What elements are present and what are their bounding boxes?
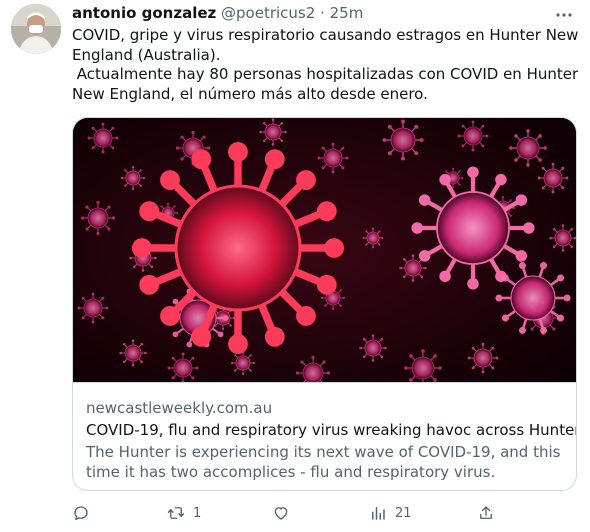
views-count: 21: [395, 505, 412, 521]
avatar-image: [11, 4, 61, 54]
virus-image: [73, 118, 576, 382]
like-icon: [274, 507, 288, 520]
retweet-count: 1: [193, 505, 202, 521]
reply-button[interactable]: [72, 503, 98, 523]
tweet-text-paragraph-2: Actualmente hay 80 personas hospitalizad…: [72, 65, 583, 103]
card-divider: [73, 382, 576, 383]
card-description[interactable]: The Hunter is experiencing its next wave…: [86, 442, 571, 482]
more-icon[interactable]: [554, 5, 574, 25]
card-domain[interactable]: newcastleweekly.com.au: [86, 398, 272, 418]
retweet-button[interactable]: 1: [167, 503, 201, 523]
card-image[interactable]: [73, 118, 576, 382]
timestamp[interactable]: 25m: [330, 4, 364, 22]
tweet-header: antonio gonzalez @poetricus2 · 25m: [72, 3, 363, 23]
tweet-text-paragraph-1: COVID, gripe y virus respiratorio causan…: [72, 26, 579, 64]
author-name[interactable]: antonio gonzalez: [72, 4, 216, 22]
retweet-icon: [167, 507, 185, 519]
like-button[interactable]: [272, 503, 298, 523]
share-button[interactable]: [477, 503, 495, 523]
avatar[interactable]: [11, 4, 61, 54]
share-icon: [480, 506, 492, 519]
tweet-text: COVID, gripe y virus respiratorio causan…: [72, 26, 582, 104]
reply-icon: [74, 506, 88, 521]
link-card[interactable]: newcastleweekly.com.au COVID-19, flu and…: [72, 117, 577, 491]
tweet: antonio gonzalez @poetricus2 · 25m COVID…: [0, 0, 590, 532]
separator-dot: ·: [320, 4, 325, 22]
author-handle[interactable]: @poetricus2: [221, 4, 315, 22]
action-bar: 1 21: [72, 498, 572, 528]
views-button[interactable]: 21: [369, 503, 412, 523]
card-title[interactable]: COVID-19, flu and respiratory virus wrea…: [86, 420, 576, 440]
views-icon: [372, 507, 385, 520]
